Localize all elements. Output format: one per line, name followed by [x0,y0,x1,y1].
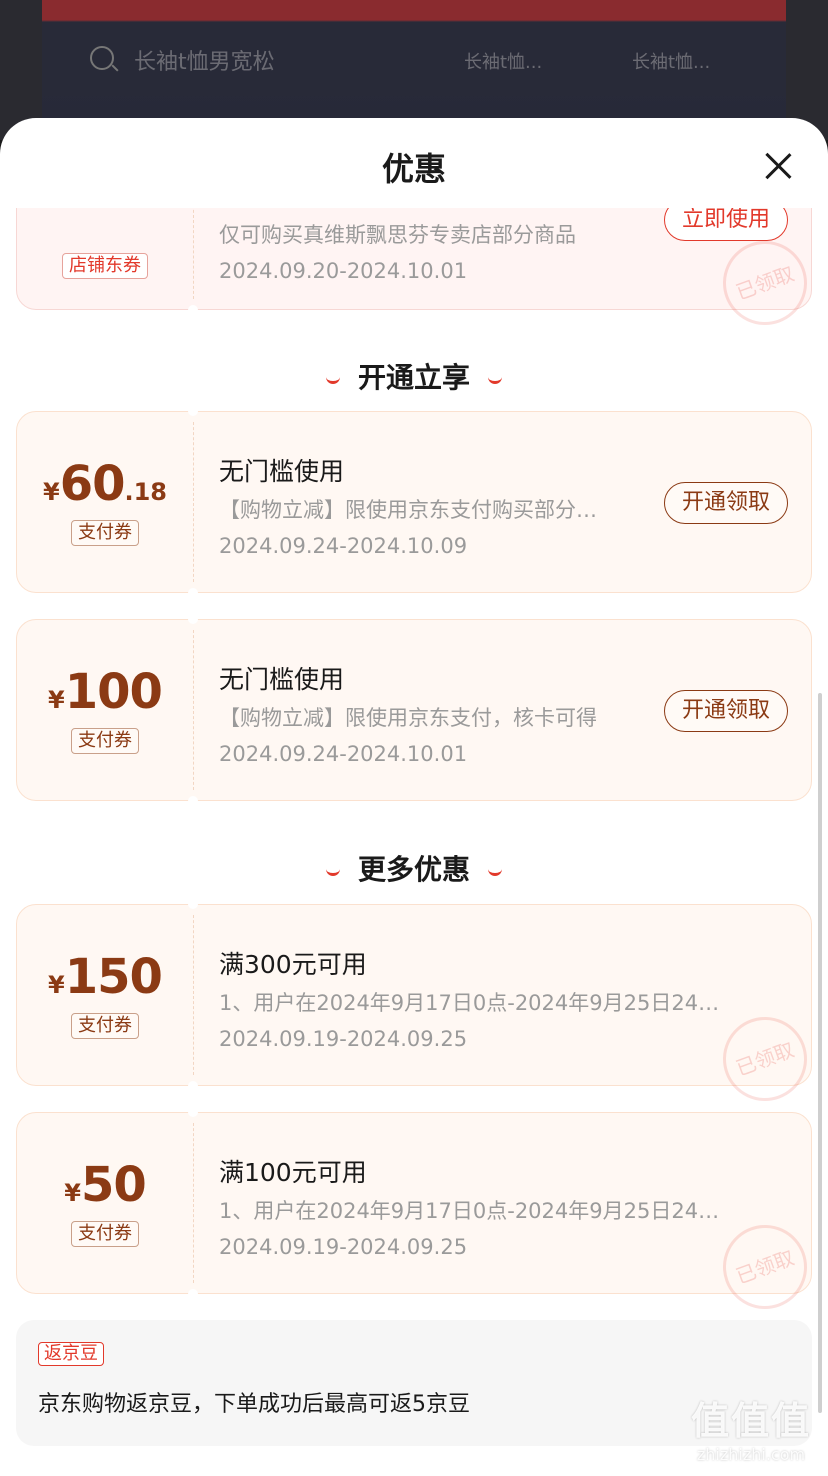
smile-decoration-icon [488,374,502,384]
coupon-card: ¥100 支付券 无门槛使用 【购物立减】限使用京东支付，核卡可得 2024.0… [16,614,812,806]
card-divider [193,1123,194,1283]
coupon-amount: ¥60.18 [42,456,167,512]
coupon-title: 满300元可用 [219,950,367,979]
activate-claim-button[interactable]: 开通领取 [664,482,788,524]
card-notch [188,588,198,598]
card-notch [188,899,198,909]
coupon-type-tag: 支付券 [17,1221,193,1247]
coupon-type-tag: 支付券 [17,520,193,546]
coupon-date: 2024.09.19-2024.09.25 [219,1235,468,1259]
coupon-type-tag: 支付券 [17,728,193,754]
coupon-type-tag: 支付券 [17,1013,193,1039]
claimed-stamp: 已领取 [711,1005,819,1113]
card-divider [193,422,194,582]
search-query: 长袖t恤男宽松 [134,50,275,75]
jingdou-text: 京东购物返京豆，下单成功后最高可返5京豆 [38,1392,470,1417]
use-now-button[interactable]: 立即使用 [664,208,788,241]
card-notch [188,406,198,416]
search-suggestion: 长袖t恤... [464,52,543,73]
coupon-card: ¥60.18 支付券 无门槛使用 【购物立减】限使用京东支付购买部分… 2024… [16,406,812,598]
watermark: 值值值 zhizhizhi.com [676,1390,826,1470]
coupon-desc: 1、用户在2024年9月17日0点-2024年9月25日24… [219,991,720,1015]
smile-decoration-icon [488,866,502,876]
claimed-stamp: 已领取 [711,1213,819,1321]
coupon-card: ¥50 支付券 满100元可用 1、用户在2024年9月17日0点-2024年9… [16,1107,819,1321]
coupon-title: 无门槛使用 [219,665,345,694]
close-icon[interactable] [764,152,792,180]
coupon-desc: 1、用户在2024年9月17日0点-2024年9月25日24… [219,1199,720,1223]
smile-decoration-icon [325,374,340,384]
coupon-amount: ¥50 [64,1157,146,1213]
card-notch [188,305,198,315]
coupon-sheet: 优惠 店铺东券 仅可购买真维斯飘思芬专卖店部分商品 2024.09.20-202… [0,118,828,1476]
card-notch [188,1289,198,1299]
coupon-desc: 【购物立减】限使用京东支付，核卡可得 [219,706,597,730]
watermark-logo: 值值值 [690,1399,811,1443]
card-notch [188,614,198,624]
card-divider [193,915,194,1075]
coupon-type-tag: 店铺东券 [17,253,193,279]
claimed-stamp: 已领取 [711,229,819,337]
smile-decoration-icon [325,866,340,876]
card-notch [188,1107,198,1117]
search-icon [90,46,114,70]
coupon-card: 店铺东券 仅可购买真维斯飘思芬专卖店部分商品 2024.09.20-2024.1… [16,208,819,337]
search-suggestion: 长袖t恤... [632,52,711,73]
coupon-amount: ¥150 [48,949,163,1005]
coupon-list[interactable]: 店铺东券 仅可购买真维斯飘思芬专卖店部分商品 2024.09.20-2024.1… [0,208,828,1476]
coupon-card: ¥150 支付券 满300元可用 1、用户在2024年9月17日0点-2024年… [16,899,819,1113]
watermark-url: zhizhizhi.com [696,1445,806,1464]
activate-claim-button[interactable]: 开通领取 [664,690,788,732]
card-divider [193,630,194,790]
card-notch [188,796,198,806]
coupon-title: 满100元可用 [219,1158,367,1187]
card-notch [188,1081,198,1091]
coupon-amount: ¥100 [48,664,163,720]
coupon-date: 2024.09.20-2024.10.01 [219,259,468,283]
card-divider [193,208,194,299]
background-search-bar: 长袖t恤男宽松 长袖t恤... 长袖t恤... [42,22,786,96]
coupon-date: 2024.09.24-2024.10.01 [219,742,468,766]
coupon-desc: 仅可购买真维斯飘思芬专卖店部分商品 [219,223,576,247]
jingdou-tag: 返京豆 [38,1342,104,1366]
section-header-more: 更多优惠 [0,848,828,888]
section-header-open: 开通立享 [0,356,828,396]
scrollbar[interactable] [818,693,822,1413]
coupon-date: 2024.09.19-2024.09.25 [219,1027,468,1051]
sheet-title: 优惠 [381,150,446,188]
coupon-date: 2024.09.24-2024.10.09 [219,534,468,558]
coupon-title: 无门槛使用 [219,457,345,486]
coupon-desc: 【购物立减】限使用京东支付购买部分… [219,498,597,522]
